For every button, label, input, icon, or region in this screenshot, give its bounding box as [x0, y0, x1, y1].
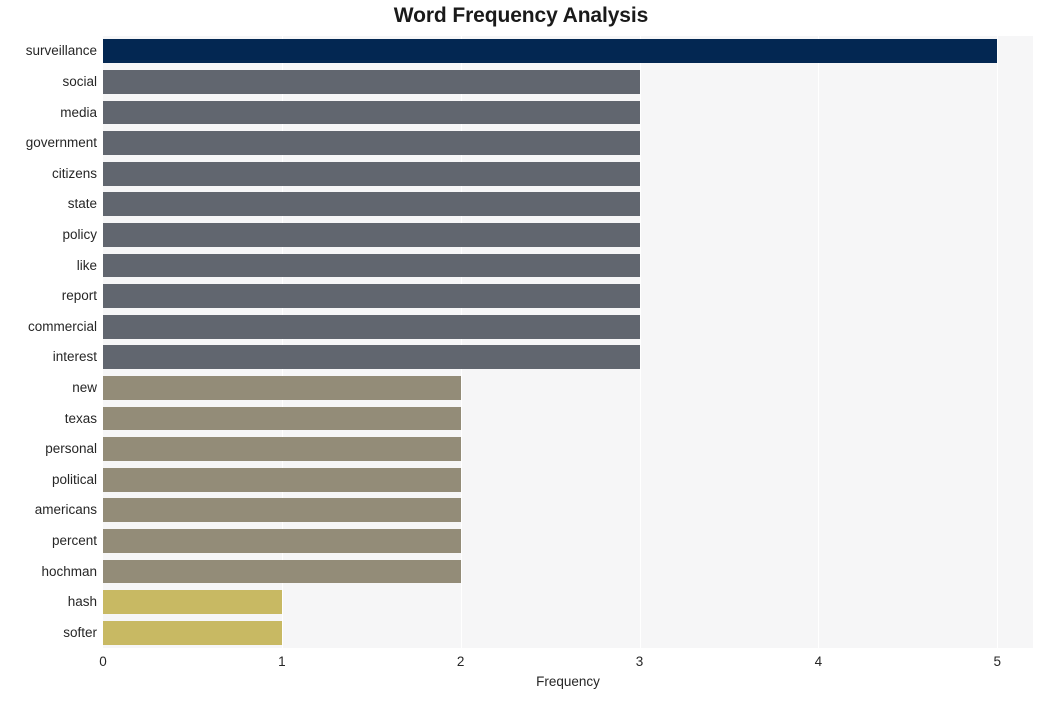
y-tick-label-hash: hash	[67, 594, 97, 610]
bar-row[interactable]	[103, 192, 1033, 217]
y-tick-label-hochman: hochman	[41, 563, 97, 579]
chart-title: Word Frequency Analysis	[393, 4, 649, 27]
bar-row[interactable]	[103, 498, 1033, 523]
bar-citizens[interactable]	[103, 161, 640, 186]
bar-americans[interactable]	[103, 498, 461, 523]
x-tick-label-5: 5	[993, 654, 1001, 669]
y-tick-label-citizens: citizens	[51, 165, 97, 181]
bar-like[interactable]	[103, 253, 640, 278]
bar-political[interactable]	[103, 467, 461, 492]
y-tick-label-personal: personal	[45, 441, 97, 457]
x-tick-label-1: 1	[278, 654, 286, 669]
y-tick-label-political: political	[51, 471, 97, 487]
bar-percent[interactable]	[103, 528, 461, 553]
bar-hochman[interactable]	[103, 559, 461, 584]
bar-social[interactable]	[103, 69, 640, 94]
y-tick-label-softer: softer	[63, 624, 97, 640]
x-tick-label-4: 4	[814, 654, 823, 669]
bar-hash[interactable]	[103, 590, 282, 615]
bar-row[interactable]	[103, 406, 1033, 431]
bar-row[interactable]	[103, 222, 1033, 247]
y-axis-tick-labels: surveillance social media government citizen…	[0, 36, 97, 648]
y-tick-label-state: state	[67, 196, 97, 212]
bar-row[interactable]	[103, 437, 1033, 462]
y-tick-label-media: media	[60, 104, 97, 120]
bar-government[interactable]	[103, 131, 640, 156]
bar-row[interactable]	[103, 253, 1033, 278]
x-tick-label-3: 3	[635, 654, 644, 669]
word-frequency-chart-figure: Word Frequency Analysis surveillance soci…	[0, 0, 1042, 701]
bar-row[interactable]	[103, 590, 1033, 615]
x-axis-title: Frequency	[536, 674, 600, 689]
bar-row[interactable]	[103, 559, 1033, 584]
bar-row[interactable]	[103, 131, 1033, 156]
bar-interest[interactable]	[103, 345, 640, 370]
bar-row[interactable]	[103, 314, 1033, 339]
y-tick-label-like: like	[76, 257, 97, 273]
bar-state[interactable]	[103, 192, 640, 217]
bars-layer	[103, 36, 1033, 648]
bar-texas[interactable]	[103, 406, 461, 431]
y-tick-label-americans: americans	[34, 502, 97, 518]
bar-row[interactable]	[103, 69, 1033, 94]
bar-softer[interactable]	[103, 620, 282, 645]
y-tick-label-social: social	[62, 73, 97, 89]
bar-row[interactable]	[103, 620, 1033, 645]
bar-personal[interactable]	[103, 437, 461, 462]
bar-media[interactable]	[103, 100, 640, 125]
y-tick-label-report: report	[61, 288, 97, 304]
bar-report[interactable]	[103, 284, 640, 309]
y-tick-label-commercial: commercial	[27, 318, 97, 334]
bar-row[interactable]	[103, 528, 1033, 553]
bar-row[interactable]	[103, 345, 1033, 370]
x-tick-label-0: 0	[99, 654, 107, 669]
bar-surveillance[interactable]	[103, 39, 998, 64]
bar-row[interactable]	[103, 161, 1033, 186]
bar-row[interactable]	[103, 375, 1033, 400]
bar-commercial[interactable]	[103, 314, 640, 339]
y-tick-label-new: new	[72, 379, 97, 395]
bar-row[interactable]	[103, 467, 1033, 492]
bar-row[interactable]	[103, 39, 1033, 64]
bar-new[interactable]	[103, 375, 461, 400]
y-tick-label-surveillance: surveillance	[25, 43, 97, 59]
bar-row[interactable]	[103, 100, 1033, 125]
y-tick-label-policy: policy	[62, 226, 97, 242]
y-tick-label-government: government	[25, 135, 97, 151]
plot-area	[103, 36, 1033, 648]
y-tick-label-percent: percent	[51, 532, 97, 548]
bar-row[interactable]	[103, 284, 1033, 309]
y-tick-label-interest: interest	[52, 349, 97, 365]
x-tick-label-2: 2	[456, 654, 465, 669]
bar-policy[interactable]	[103, 222, 640, 247]
y-tick-label-texas: texas	[64, 410, 97, 426]
